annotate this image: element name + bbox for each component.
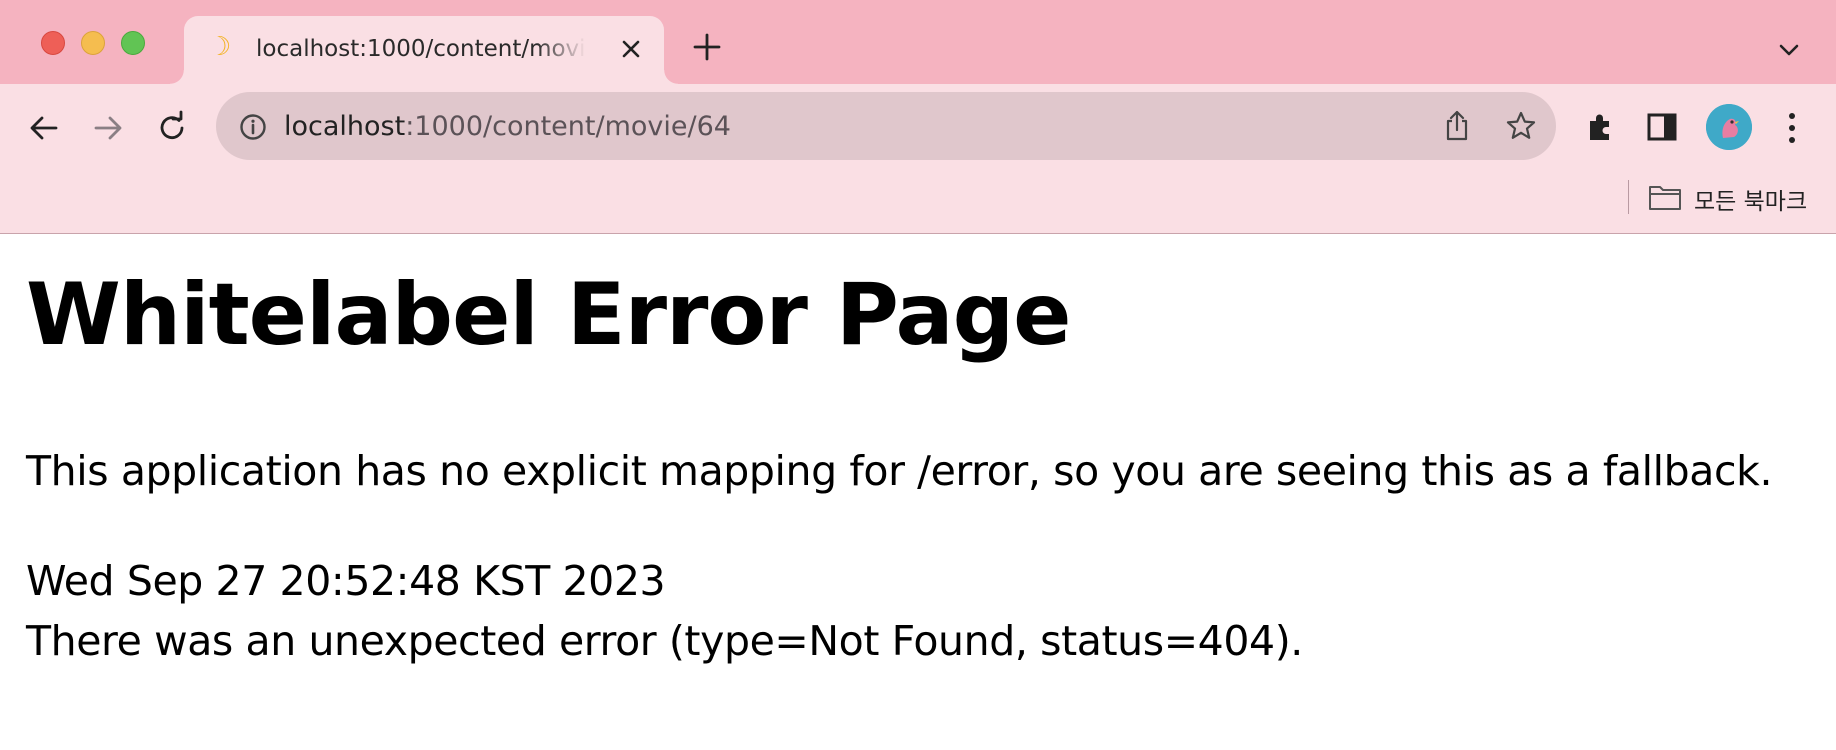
window-maximize-button[interactable] <box>121 31 145 55</box>
window-close-button[interactable] <box>41 31 65 55</box>
url-text[interactable]: localhost:1000/content/movie/64 <box>284 111 731 142</box>
profile-avatar[interactable] <box>1706 104 1752 150</box>
side-panel-icon[interactable] <box>1646 111 1678 143</box>
share-icon[interactable] <box>1442 109 1472 143</box>
window-minimize-button[interactable] <box>81 31 105 55</box>
tab-title: localhost:1000/content/movie/64 <box>256 36 586 62</box>
all-bookmarks-label[interactable]: 모든 북마크 <box>1694 182 1807 216</box>
active-tab[interactable]: ☽ localhost:1000/content/movie/64 <box>170 16 678 84</box>
page-title: Whitelabel Error Page <box>26 265 1071 365</box>
bookmarks-divider <box>1628 180 1629 214</box>
more-vertical-icon[interactable] <box>1780 108 1804 148</box>
reload-icon[interactable] <box>154 110 190 146</box>
forward-arrow-icon[interactable] <box>90 110 126 146</box>
chevron-down-icon[interactable] <box>1776 38 1802 62</box>
error-timestamp: Wed Sep 27 20:52:48 KST 2023 <box>26 557 666 605</box>
new-tab-icon[interactable] <box>692 32 722 62</box>
close-tab-icon[interactable] <box>616 34 646 64</box>
back-arrow-icon[interactable] <box>26 110 62 146</box>
error-detail: There was an unexpected error (type=Not … <box>26 617 1303 665</box>
browser-toolbar: localhost:1000/content/movie/64 모든 북마크 <box>0 84 1836 234</box>
tab-strip: ☽ localhost:1000/content/movie/64 <box>0 0 1836 84</box>
page-content: Whitelabel Error Page This application h… <box>0 235 1836 750</box>
bookmark-star-icon[interactable] <box>1504 109 1538 143</box>
error-message: This application has no explicit mapping… <box>26 447 1773 495</box>
profile-bird-icon <box>1706 104 1752 150</box>
address-bar[interactable]: localhost:1000/content/movie/64 <box>216 92 1556 160</box>
extensions-puzzle-icon[interactable] <box>1582 109 1618 145</box>
site-info-icon[interactable] <box>238 112 268 142</box>
url-path: :1000/content/movie/64 <box>405 111 731 142</box>
url-host: localhost <box>284 111 406 142</box>
crescent-moon-icon: ☽ <box>208 32 232 62</box>
folder-icon[interactable] <box>1648 182 1682 212</box>
